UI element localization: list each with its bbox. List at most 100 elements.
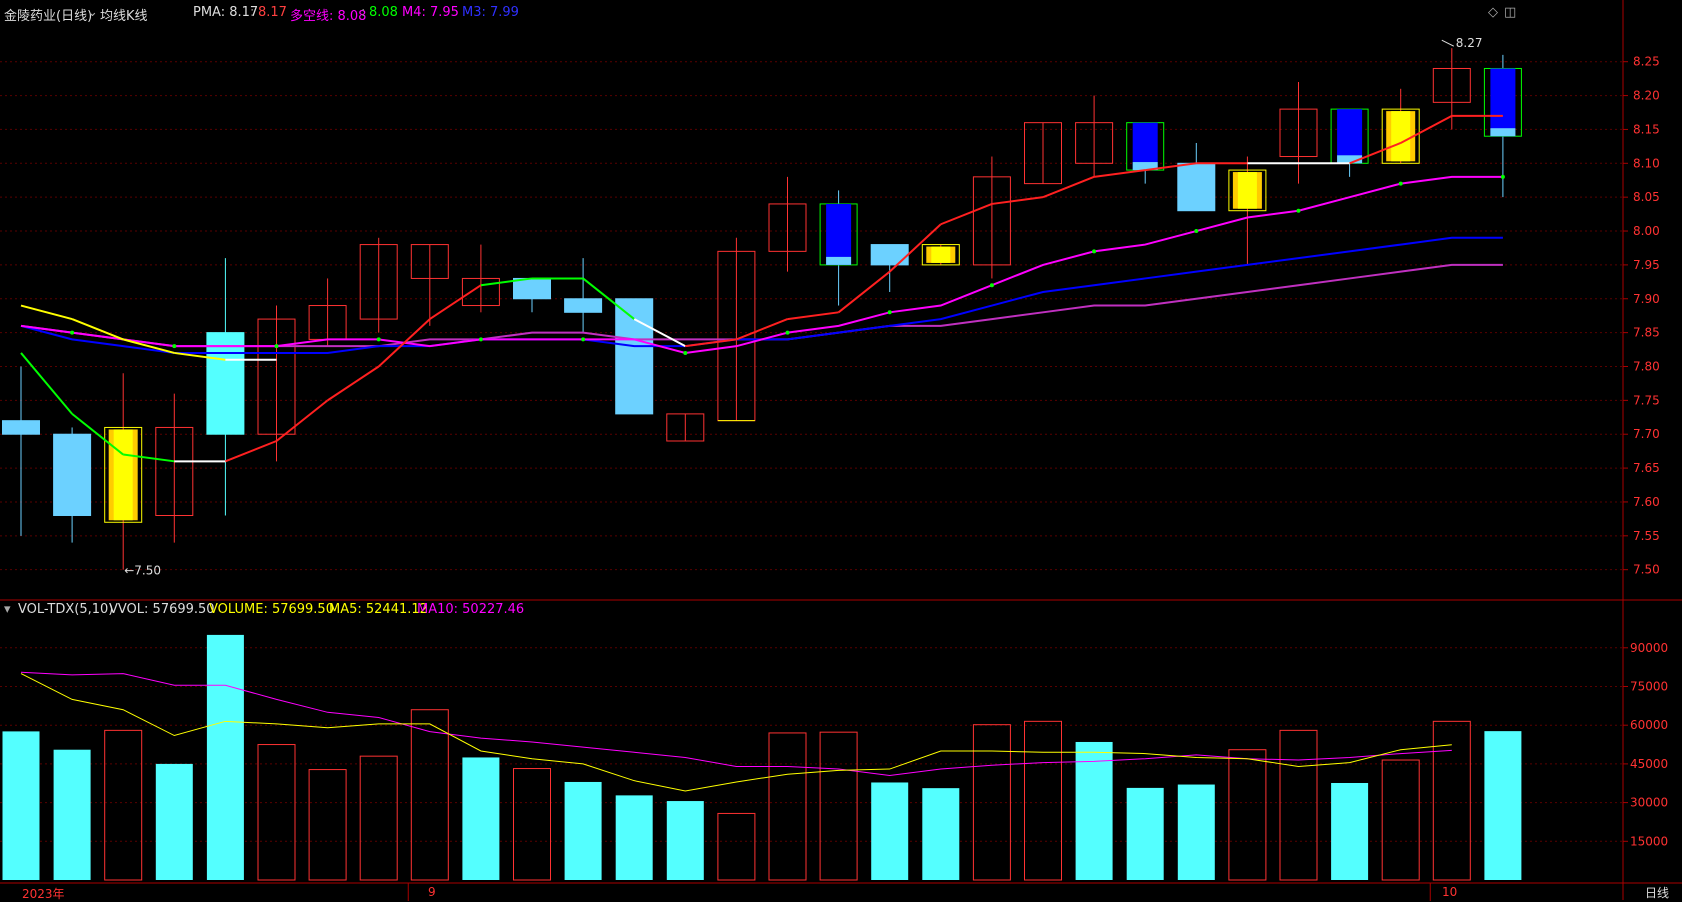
pma-line-segment xyxy=(378,318,431,368)
volume-bar xyxy=(1279,729,1318,881)
volume-bar xyxy=(513,768,551,881)
volume-bar xyxy=(1381,759,1420,881)
pma-line-segment xyxy=(225,440,277,463)
duokong-dot xyxy=(1398,181,1403,186)
volume-bar xyxy=(1228,749,1267,881)
volume-tick-label: 90000 xyxy=(1630,641,1668,655)
volume-tick-label: 30000 xyxy=(1630,796,1668,810)
candle-body xyxy=(564,298,603,313)
price-tick-label: 7.75 xyxy=(1633,393,1660,407)
volume-axis: 90000 75000 60000 45000 30000 15000 xyxy=(1623,641,1668,848)
volume-bar xyxy=(257,744,296,881)
volume-tick-label: 15000 xyxy=(1630,834,1668,848)
volume-tick-label: 45000 xyxy=(1630,757,1668,771)
price-tick-label: 7.90 xyxy=(1633,292,1660,306)
volume-bar xyxy=(410,709,449,881)
candle-body xyxy=(615,298,654,415)
candle-body-core xyxy=(113,429,133,521)
volume-bar xyxy=(768,732,807,881)
volume-bar xyxy=(819,731,858,881)
price-tick-label: 7.80 xyxy=(1633,359,1660,373)
duokong-dot xyxy=(1194,229,1199,234)
volume-bar xyxy=(206,634,244,880)
volume-bar xyxy=(1024,720,1062,881)
duokong-dot xyxy=(581,337,586,342)
price-tick-label: 7.60 xyxy=(1633,495,1660,509)
volume-bar xyxy=(2,731,40,880)
volume-bar xyxy=(1075,741,1113,880)
pma-line-segment xyxy=(837,270,891,314)
pma-start-segment xyxy=(122,338,175,354)
volume-bar xyxy=(359,755,398,881)
volume-bar xyxy=(1126,787,1164,880)
candle-body-core xyxy=(1391,111,1411,162)
high-label: 8.27 xyxy=(1456,36,1483,50)
duokong-dot xyxy=(1092,249,1097,254)
price-tick-label: 7.65 xyxy=(1633,461,1660,475)
candle-body xyxy=(53,433,92,516)
price-tick-label: 8.05 xyxy=(1633,190,1660,204)
volume-bar xyxy=(155,763,193,880)
low-label: ←7.50 xyxy=(124,564,161,578)
candles-layer[interactable] xyxy=(2,48,1522,570)
volume-bar xyxy=(666,801,704,880)
candle-body xyxy=(2,420,40,435)
duokong-dot xyxy=(172,344,177,349)
price-tick-label: 8.00 xyxy=(1633,224,1660,238)
price-tick-label: 8.20 xyxy=(1633,89,1660,103)
high-pointer xyxy=(1441,39,1455,47)
duokong-dot xyxy=(1296,208,1301,213)
volume-tick-label: 60000 xyxy=(1630,718,1668,732)
volume-bar xyxy=(1484,731,1522,880)
pma-line-segment xyxy=(736,318,788,341)
pma-line-segment xyxy=(275,399,329,442)
volume-bar xyxy=(308,769,347,881)
volume-bar xyxy=(717,812,756,881)
pma-line-segment xyxy=(20,352,73,415)
volume-bar xyxy=(53,749,91,880)
candle-body-core xyxy=(1237,172,1257,209)
pma-line-segment xyxy=(1042,175,1095,199)
date-label-oct: 10 xyxy=(1442,885,1458,899)
duokong-dot xyxy=(887,310,892,315)
duokong-dot xyxy=(989,283,994,288)
price-tick-label: 8.15 xyxy=(1633,122,1660,136)
candle-body xyxy=(1177,162,1216,212)
stock-chart[interactable]: 900007500060000450003000015000 8.258.208… xyxy=(0,0,1682,901)
price-tick-label: 7.85 xyxy=(1633,326,1660,340)
candle-body-core xyxy=(931,246,951,263)
pma-line-segment xyxy=(685,338,737,348)
pma-line-segment xyxy=(1093,169,1146,178)
duokong-dot xyxy=(683,350,688,355)
price-tick-label: 8.10 xyxy=(1633,156,1660,170)
candle-body-lower xyxy=(826,256,852,265)
duokong-dot xyxy=(785,330,790,335)
price-tick-label: 7.55 xyxy=(1633,529,1660,543)
volume-bar xyxy=(871,782,909,880)
volume-bar xyxy=(104,729,143,881)
pma-line-segment xyxy=(940,203,993,226)
candle-body-inner xyxy=(1337,109,1363,164)
volume-tick-label: 75000 xyxy=(1630,680,1668,694)
pma-start-segment xyxy=(20,304,73,321)
price-tick-label: 7.50 xyxy=(1633,563,1660,577)
duokong-dot xyxy=(478,337,483,342)
price-tick-label: 7.70 xyxy=(1633,427,1660,441)
volume-bar xyxy=(1331,782,1369,880)
candle-body xyxy=(870,244,909,266)
volume-bar xyxy=(564,781,602,880)
duokong-dot xyxy=(376,337,381,342)
duokong-dot xyxy=(70,330,75,335)
volume-bars-layer[interactable] xyxy=(2,634,1522,881)
duokong-dot xyxy=(274,344,279,349)
pma-line-segment xyxy=(991,196,1044,205)
pma-line-segment xyxy=(429,284,482,320)
candle-body xyxy=(513,277,551,300)
pma-line-segment xyxy=(327,365,380,402)
period-label[interactable]: 日线 xyxy=(1645,884,1669,901)
volume-bar xyxy=(615,795,653,880)
volume-bar xyxy=(922,788,960,880)
price-tick-label: 7.95 xyxy=(1633,258,1660,272)
candle-body-inner xyxy=(1490,68,1516,137)
pma-line-segment xyxy=(787,311,839,321)
